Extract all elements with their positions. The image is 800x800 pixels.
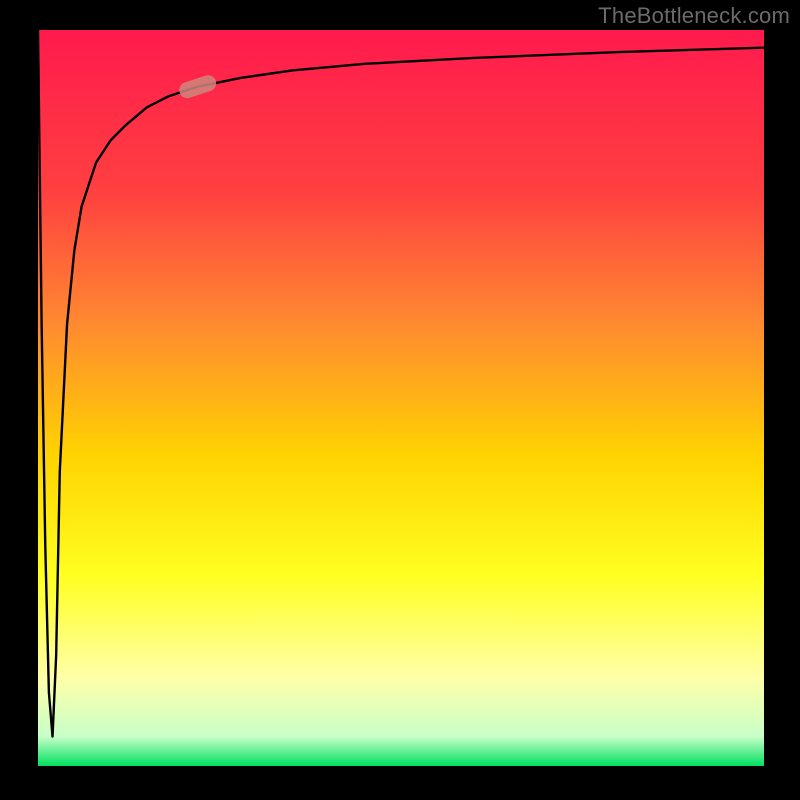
plot-area <box>38 30 764 766</box>
bottleneck-chart <box>0 0 800 800</box>
chart-stage: TheBottleneck.com <box>0 0 800 800</box>
watermark-text: TheBottleneck.com <box>598 3 790 29</box>
